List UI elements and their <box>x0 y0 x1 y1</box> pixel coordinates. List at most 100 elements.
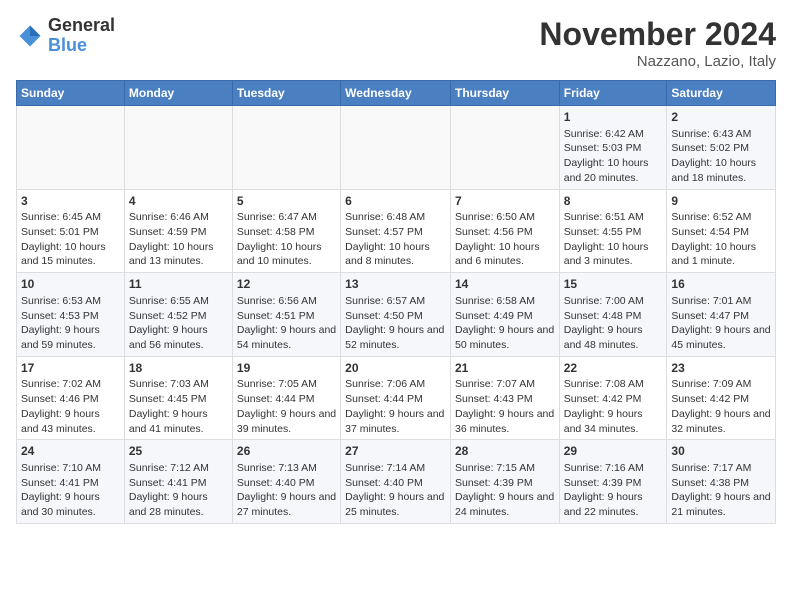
title-block: November 2024 Nazzano, Lazio, Italy <box>539 16 776 70</box>
calendar-cell: 22Sunrise: 7:08 AMSunset: 4:42 PMDayligh… <box>559 356 667 440</box>
day-info-line: Sunrise: 6:57 AM <box>345 294 446 309</box>
calendar-cell: 26Sunrise: 7:13 AMSunset: 4:40 PMDayligh… <box>232 440 340 524</box>
day-number: 24 <box>21 443 120 460</box>
logo: General Blue <box>16 16 115 56</box>
logo-blue: Blue <box>48 36 115 56</box>
calendar-cell: 25Sunrise: 7:12 AMSunset: 4:41 PMDayligh… <box>124 440 232 524</box>
day-info-line: Sunset: 4:52 PM <box>129 309 228 324</box>
day-info-line: Sunrise: 6:45 AM <box>21 210 120 225</box>
day-info-line: Sunrise: 7:10 AM <box>21 461 120 476</box>
day-info-line: Sunrise: 7:15 AM <box>455 461 555 476</box>
day-info-line: Sunrise: 7:16 AM <box>564 461 663 476</box>
logo-general: General <box>48 16 115 36</box>
calendar-cell: 20Sunrise: 7:06 AMSunset: 4:44 PMDayligh… <box>341 356 451 440</box>
day-info-line: Daylight: 9 hours and 32 minutes. <box>671 407 771 436</box>
day-info-line: Sunrise: 6:42 AM <box>564 127 663 142</box>
day-info-line: Daylight: 9 hours and 37 minutes. <box>345 407 446 436</box>
calendar-table: Sunday Monday Tuesday Wednesday Thursday… <box>16 80 776 524</box>
header-wednesday: Wednesday <box>341 81 451 106</box>
day-number: 16 <box>671 276 771 293</box>
calendar-cell: 18Sunrise: 7:03 AMSunset: 4:45 PMDayligh… <box>124 356 232 440</box>
week-row-4: 17Sunrise: 7:02 AMSunset: 4:46 PMDayligh… <box>17 356 776 440</box>
calendar-cell: 30Sunrise: 7:17 AMSunset: 4:38 PMDayligh… <box>667 440 776 524</box>
day-info-line: Sunset: 4:40 PM <box>237 476 336 491</box>
day-number: 19 <box>237 360 336 377</box>
day-info-line: Daylight: 10 hours and 1 minute. <box>671 240 771 269</box>
header-sunday: Sunday <box>17 81 125 106</box>
day-number: 2 <box>671 109 771 126</box>
calendar-cell: 16Sunrise: 7:01 AMSunset: 4:47 PMDayligh… <box>667 273 776 357</box>
week-row-2: 3Sunrise: 6:45 AMSunset: 5:01 PM Daylight… <box>17 189 776 273</box>
day-number: 7 <box>455 193 555 210</box>
day-info-line: Daylight: 9 hours and 39 minutes. <box>237 407 336 436</box>
calendar-cell: 14Sunrise: 6:58 AMSunset: 4:49 PMDayligh… <box>450 273 559 357</box>
month-title: November 2024 <box>539 16 776 53</box>
day-info-line: Sunset: 4:59 PM <box>129 225 228 240</box>
day-info-line: Sunrise: 7:02 AM <box>21 377 120 392</box>
day-info-line: Sunrise: 6:58 AM <box>455 294 555 309</box>
day-number: 15 <box>564 276 663 293</box>
day-info-line: Sunset: 4:49 PM <box>455 309 555 324</box>
day-info-line: Daylight: 9 hours and 24 minutes. <box>455 490 555 519</box>
header-saturday: Saturday <box>667 81 776 106</box>
logo-icon <box>16 22 44 50</box>
day-number: 30 <box>671 443 771 460</box>
day-info-line: Daylight: 9 hours and 50 minutes. <box>455 323 555 352</box>
day-info-line: Sunset: 5:01 PM <box>21 225 120 240</box>
calendar-cell: 21Sunrise: 7:07 AMSunset: 4:43 PMDayligh… <box>450 356 559 440</box>
day-info-line: Daylight: 9 hours and 27 minutes. <box>237 490 336 519</box>
day-info-line: Sunrise: 7:07 AM <box>455 377 555 392</box>
calendar-header-row: Sunday Monday Tuesday Wednesday Thursday… <box>17 81 776 106</box>
header-tuesday: Tuesday <box>232 81 340 106</box>
day-number: 26 <box>237 443 336 460</box>
day-info-line: Sunset: 4:51 PM <box>237 309 336 324</box>
day-number: 5 <box>237 193 336 210</box>
day-info-line: Daylight: 10 hours and 18 minutes. <box>671 156 771 185</box>
day-number: 28 <box>455 443 555 460</box>
day-number: 27 <box>345 443 446 460</box>
day-info-line: Daylight: 9 hours and 48 minutes. <box>564 323 663 352</box>
day-info-line: Daylight: 10 hours and 6 minutes. <box>455 240 555 269</box>
day-info-line: Sunrise: 7:13 AM <box>237 461 336 476</box>
day-number: 12 <box>237 276 336 293</box>
day-info-line: Daylight: 9 hours and 22 minutes. <box>564 490 663 519</box>
day-number: 6 <box>345 193 446 210</box>
day-number: 3 <box>21 193 120 210</box>
header-friday: Friday <box>559 81 667 106</box>
day-info-line: Sunrise: 6:55 AM <box>129 294 228 309</box>
calendar-cell: 10Sunrise: 6:53 AMSunset: 4:53 PMDayligh… <box>17 273 125 357</box>
day-info-line: Daylight: 9 hours and 45 minutes. <box>671 323 771 352</box>
day-info-line: Sunset: 4:40 PM <box>345 476 446 491</box>
day-number: 25 <box>129 443 228 460</box>
day-info-line: Sunrise: 7:12 AM <box>129 461 228 476</box>
day-info-line: Sunset: 4:46 PM <box>21 392 120 407</box>
calendar-cell: 13Sunrise: 6:57 AMSunset: 4:50 PMDayligh… <box>341 273 451 357</box>
calendar-cell: 8Sunrise: 6:51 AMSunset: 4:55 PMDaylight… <box>559 189 667 273</box>
day-number: 14 <box>455 276 555 293</box>
day-info-line: Sunset: 5:02 PM <box>671 141 771 156</box>
calendar-cell: 27Sunrise: 7:14 AMSunset: 4:40 PMDayligh… <box>341 440 451 524</box>
day-info-line: Sunset: 4:44 PM <box>237 392 336 407</box>
header-thursday: Thursday <box>450 81 559 106</box>
calendar-cell: 12Sunrise: 6:56 AMSunset: 4:51 PMDayligh… <box>232 273 340 357</box>
calendar-cell: 7Sunrise: 6:50 AMSunset: 4:56 PMDaylight… <box>450 189 559 273</box>
calendar-cell: 11Sunrise: 6:55 AMSunset: 4:52 PMDayligh… <box>124 273 232 357</box>
day-number: 22 <box>564 360 663 377</box>
calendar-cell: 6Sunrise: 6:48 AMSunset: 4:57 PMDaylight… <box>341 189 451 273</box>
calendar-cell: 4Sunrise: 6:46 AMSunset: 4:59 PMDaylight… <box>124 189 232 273</box>
day-info-line: Daylight: 9 hours and 34 minutes. <box>564 407 663 436</box>
day-info-line: Sunset: 4:39 PM <box>564 476 663 491</box>
day-info-line: Sunrise: 6:56 AM <box>237 294 336 309</box>
week-row-1: 1Sunrise: 6:42 AMSunset: 5:03 PMDaylight… <box>17 106 776 190</box>
calendar-cell <box>124 106 232 190</box>
day-info-line: Sunset: 4:43 PM <box>455 392 555 407</box>
day-info-line: Daylight: 10 hours and 20 minutes. <box>564 156 663 185</box>
day-info-line: Sunrise: 7:03 AM <box>129 377 228 392</box>
calendar-cell: 24Sunrise: 7:10 AMSunset: 4:41 PMDayligh… <box>17 440 125 524</box>
day-info-line: Sunset: 4:57 PM <box>345 225 446 240</box>
day-number: 10 <box>21 276 120 293</box>
calendar-cell: 9Sunrise: 6:52 AMSunset: 4:54 PMDaylight… <box>667 189 776 273</box>
day-info-line: Sunset: 5:03 PM <box>564 141 663 156</box>
header-monday: Monday <box>124 81 232 106</box>
day-info-line: Sunset: 4:41 PM <box>129 476 228 491</box>
